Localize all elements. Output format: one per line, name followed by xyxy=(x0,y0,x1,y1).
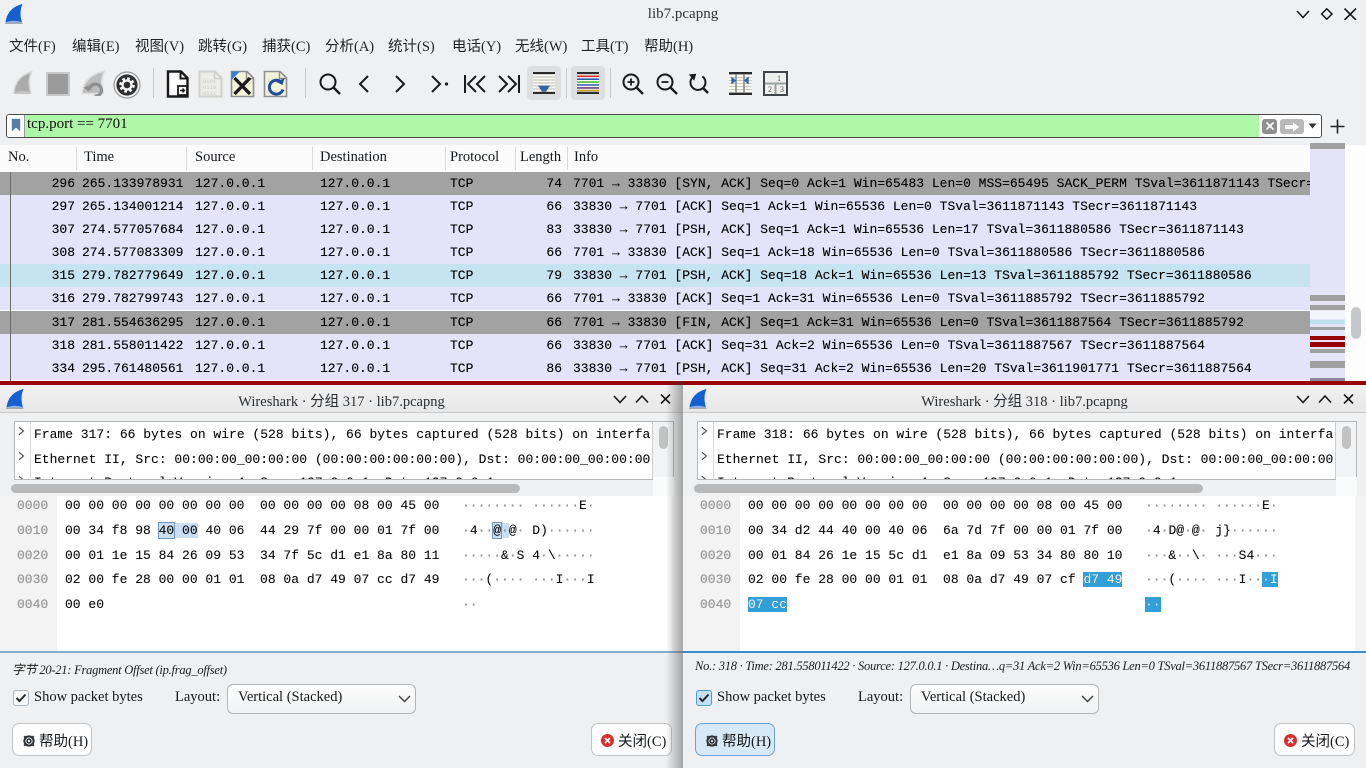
svg-text:0111: 0111 xyxy=(203,90,217,97)
svg-text:2: 2 xyxy=(768,85,772,94)
svg-text:1: 1 xyxy=(777,74,781,83)
svg-text:3: 3 xyxy=(780,85,784,94)
